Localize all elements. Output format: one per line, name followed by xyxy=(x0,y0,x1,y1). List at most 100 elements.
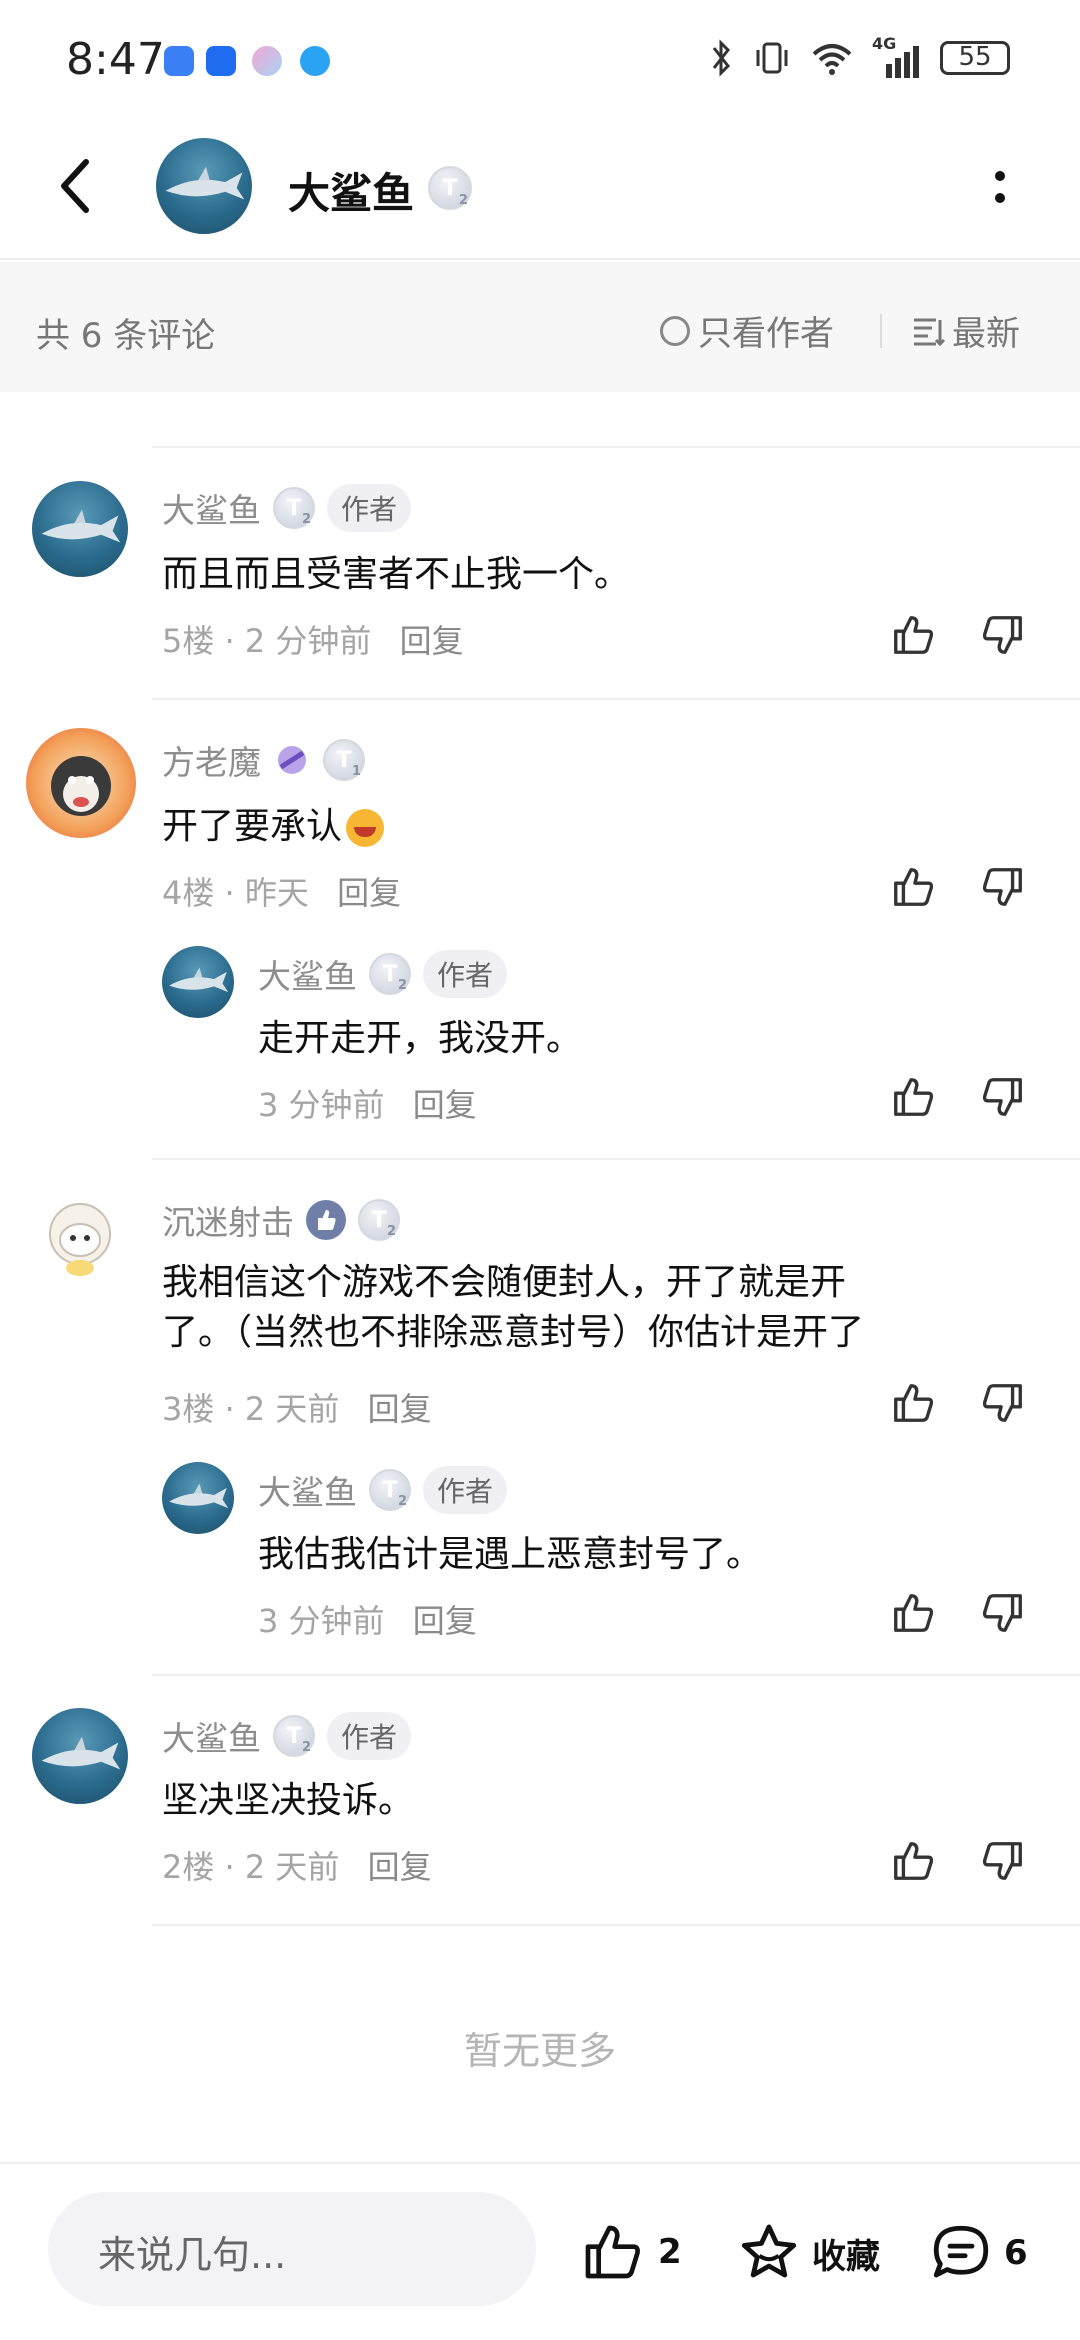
level-number: 1 xyxy=(351,764,361,779)
thumbs-up-icon xyxy=(585,2225,640,2279)
level-badge: T2 xyxy=(428,166,472,210)
reply-button[interactable]: 回复 xyxy=(413,1602,477,1640)
radio-circle-icon xyxy=(660,315,690,346)
reply-avatar[interactable] xyxy=(162,946,234,1018)
only-author-toggle[interactable]: 只看作者 xyxy=(660,306,834,355)
level-number: 2 xyxy=(301,1740,311,1755)
dislike-icon[interactable] xyxy=(980,1838,1026,1884)
level-letter: T xyxy=(286,1723,302,1749)
sort-newest-button[interactable]: 最新 xyxy=(912,306,1020,355)
comment-input[interactable]: 来说几句... xyxy=(48,2192,536,2306)
floor-number: 2楼 xyxy=(162,1848,215,1886)
comment-time: 2 分钟前 xyxy=(244,622,372,660)
app-notification-icon xyxy=(206,46,236,76)
comment-author-name[interactable]: 大鲨鱼 xyxy=(162,484,261,532)
shark-icon xyxy=(165,166,245,200)
comment-avatar[interactable] xyxy=(32,481,128,577)
comment-header: 大鲨鱼 T2 作者 xyxy=(162,484,412,532)
status-icons: 4G 55 xyxy=(710,34,1010,78)
network-type: 4G xyxy=(872,34,897,53)
reply-button[interactable]: 回复 xyxy=(400,622,464,660)
comment-author-name[interactable]: 沉迷射击 xyxy=(162,1196,294,1244)
author-tag: 作者 xyxy=(327,1712,412,1760)
calendar-app-icon xyxy=(164,46,194,76)
level-letter: T xyxy=(442,175,458,201)
like-post-button[interactable]: 2 xyxy=(580,2220,682,2284)
reply-button[interactable]: 回复 xyxy=(368,1848,432,1886)
comment-text: 开了要承认 xyxy=(162,802,385,852)
level-number: 2 xyxy=(301,512,311,527)
more-options-icon[interactable] xyxy=(990,168,1010,208)
like-icon[interactable] xyxy=(890,1380,936,1426)
comment-meta: 2楼 · 2 天前 回复 xyxy=(162,1848,432,1886)
favorite-button[interactable]: 收藏 xyxy=(736,2220,880,2286)
like-icon[interactable] xyxy=(890,1074,936,1120)
level-badge: T2 xyxy=(273,1715,315,1757)
author-avatar[interactable] xyxy=(156,138,252,234)
comment-meta: 5楼 · 2 分钟前 回复 xyxy=(162,622,464,660)
shark-icon xyxy=(41,509,121,543)
comment-meta: 3楼 · 2 天前 回复 xyxy=(162,1390,432,1428)
comments-button[interactable]: 6 xyxy=(928,2220,1028,2286)
like-icon[interactable] xyxy=(890,612,936,658)
reply-text: 走开走开，我没开。 xyxy=(258,1018,583,1059)
comment-author-name[interactable]: 大鲨鱼 xyxy=(162,1712,261,1760)
comment-input-placeholder: 来说几句... xyxy=(98,2233,287,2277)
like-icon[interactable] xyxy=(890,864,936,910)
bluetooth-icon xyxy=(712,39,730,77)
only-author-label: 只看作者 xyxy=(698,314,834,354)
divider-vertical xyxy=(880,314,882,348)
like-icon[interactable] xyxy=(890,1838,936,1884)
dislike-icon[interactable] xyxy=(980,1074,1026,1120)
like-count: 2 xyxy=(658,2232,682,2272)
shark-icon xyxy=(41,1736,121,1770)
reply-button[interactable]: 回复 xyxy=(368,1390,432,1428)
comment-text-content: 开了要承认 xyxy=(162,806,343,847)
sheep-avatar-icon xyxy=(49,1203,111,1276)
comment-header: 大鲨鱼 T2 作者 xyxy=(162,1712,412,1760)
comment-avatar[interactable] xyxy=(32,1190,128,1286)
reply-author-name[interactable]: 大鲨鱼 xyxy=(258,1466,357,1514)
comment-time: 2 天前 xyxy=(244,1848,340,1886)
dislike-icon[interactable] xyxy=(980,864,1026,910)
thumbs-up-badge-icon xyxy=(306,1200,346,1240)
level-badge: T1 xyxy=(323,739,365,781)
level-number: 2 xyxy=(397,1494,407,1509)
reply-button[interactable]: 回复 xyxy=(337,874,401,912)
level-letter: T xyxy=(336,747,352,773)
reply-time: 3 分钟前 xyxy=(258,1086,385,1124)
dislike-icon[interactable] xyxy=(980,1380,1026,1426)
level-number: 2 xyxy=(458,193,468,208)
comment-avatar[interactable] xyxy=(32,1708,128,1804)
reply-text: 我估我估计是遇上恶意封号了。 xyxy=(258,1534,763,1575)
comment-count: 6 xyxy=(1004,2233,1028,2273)
header-title: 大鲨鱼 xyxy=(288,169,415,218)
separator xyxy=(152,1924,1080,1926)
separator xyxy=(152,698,1080,700)
no-more-text: 暂无更多 xyxy=(463,2029,616,2073)
reply-avatar[interactable] xyxy=(162,1462,234,1534)
back-arrow-icon[interactable] xyxy=(56,158,96,214)
laughing-emoji-icon xyxy=(346,809,385,847)
comment-time: 2 天前 xyxy=(244,1390,340,1428)
cellular-signal-icon: 4G xyxy=(872,34,922,78)
header-divider xyxy=(0,258,1080,260)
reply-button[interactable]: 回复 xyxy=(413,1086,477,1124)
shark-icon xyxy=(169,1483,229,1509)
comment-author-name[interactable]: 方老魔 xyxy=(162,736,261,784)
dislike-icon[interactable] xyxy=(980,1590,1026,1636)
level-letter: T xyxy=(382,961,398,987)
comment-text: 而且而且受害者不止我一个。 xyxy=(162,554,631,595)
comment-avatar[interactable] xyxy=(26,728,136,838)
comment-header: 沉迷射击 T2 xyxy=(162,1196,400,1244)
like-icon[interactable] xyxy=(890,1590,936,1636)
comment-text-line: 了。（当然也不排除恶意封号）你估计是开了 xyxy=(162,1312,865,1353)
separator xyxy=(152,446,1080,448)
status-time: 8:47 xyxy=(66,34,165,85)
level-letter: T xyxy=(382,1477,398,1503)
reply-time: 3 分钟前 xyxy=(258,1602,385,1640)
dislike-icon[interactable] xyxy=(980,612,1026,658)
medal-icon xyxy=(278,746,306,774)
reply-author-name[interactable]: 大鲨鱼 xyxy=(258,950,357,998)
wifi-icon xyxy=(812,44,852,75)
